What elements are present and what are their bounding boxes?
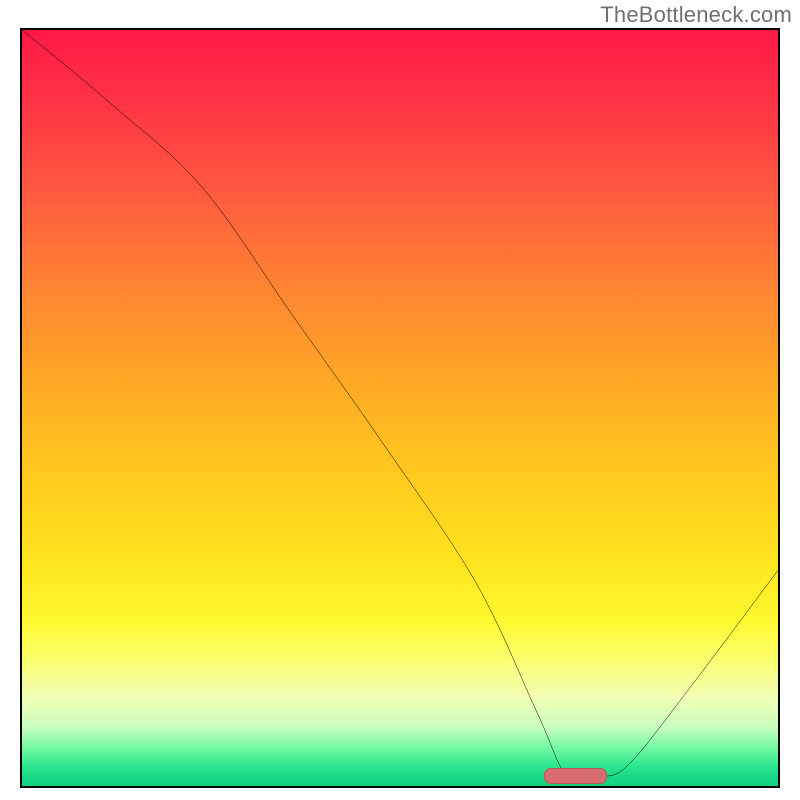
watermark-text: TheBottleneck.com [600,2,792,28]
plot-area [20,28,780,788]
optimal-range-marker [544,768,607,784]
bottleneck-curve [20,28,780,782]
chart-stage: TheBottleneck.com [0,0,800,800]
curve-layer [20,28,780,788]
